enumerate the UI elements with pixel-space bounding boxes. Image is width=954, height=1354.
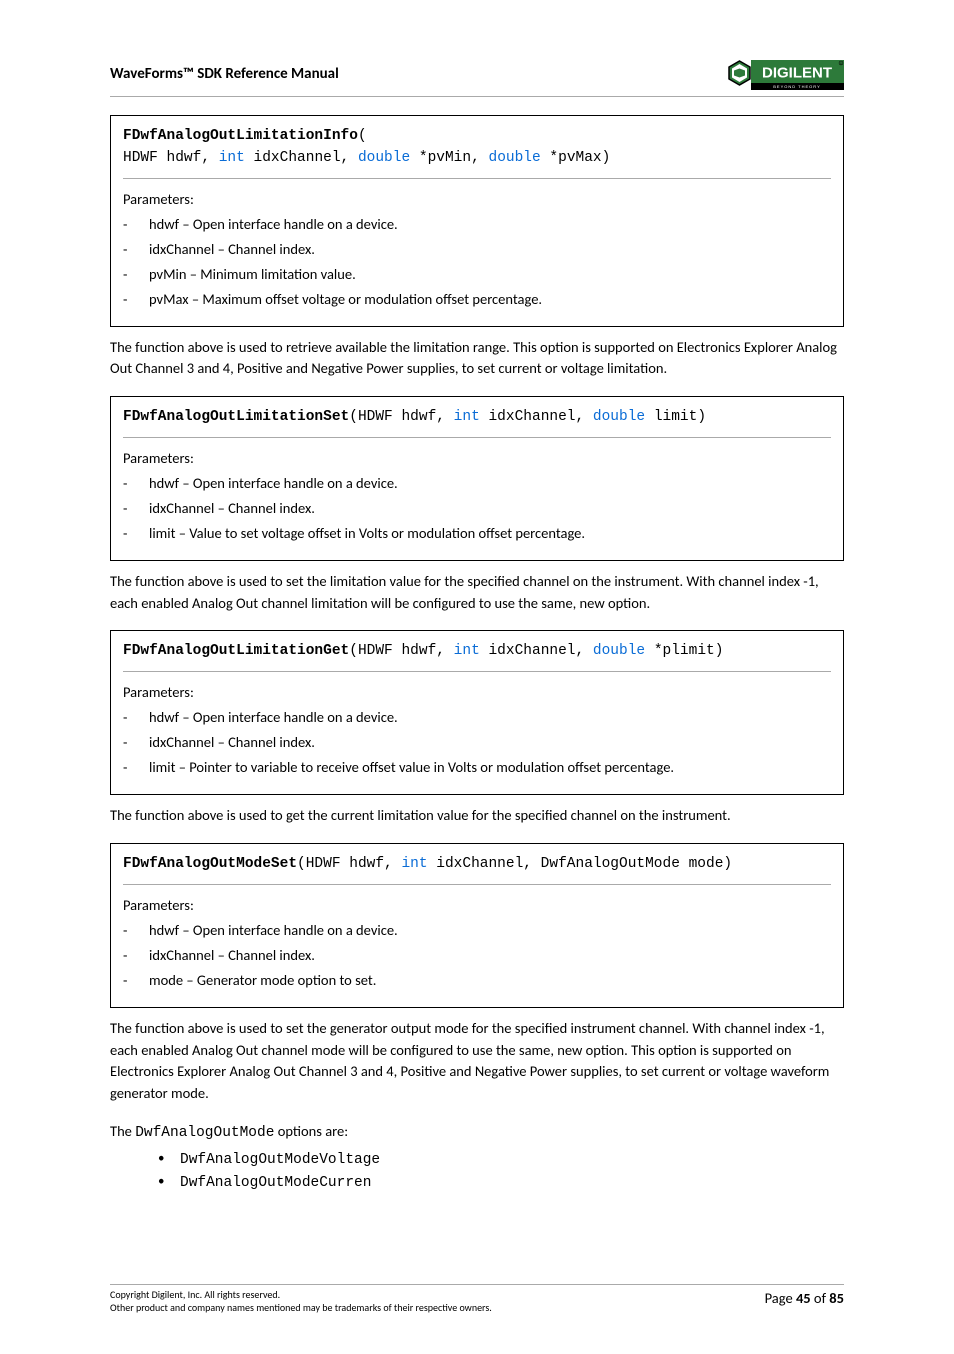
parameter-item: -limit – Value to set voltage offset in … [123, 523, 831, 544]
parameter-item: -limit – Pointer to variable to receive … [123, 757, 831, 778]
function-box: FDwfAnalogOutLimitationGet(HDWF hdwf, in… [110, 630, 844, 795]
digilent-logo: DIGILENT BEYOND THEORY R [728, 60, 844, 90]
parameter-item: -idxChannel – Channel index. [123, 732, 831, 753]
parameter-item: -hdwf – Open interface handle on a devic… [123, 920, 831, 941]
options-intro: The DwfAnalogOutMode options are: [110, 1121, 844, 1144]
page-footer: Copyright Digilent, Inc. All rights rese… [110, 1284, 844, 1314]
parameter-item: -mode – Generator mode option to set. [123, 970, 831, 991]
svg-text:DIGILENT: DIGILENT [762, 65, 832, 82]
function-signature: FDwfAnalogOutLimitationSet(HDWF hdwf, in… [123, 407, 831, 438]
footer-copyright: Copyright Digilent, Inc. All rights rese… [110, 1288, 492, 1301]
function-box: FDwfAnalogOutLimitationSet(HDWF hdwf, in… [110, 396, 844, 561]
page-total: 85 [829, 1289, 844, 1307]
function-description: The function above is used to get the cu… [110, 805, 844, 827]
function-signature: FDwfAnalogOutModeSet(HDWF hdwf, int idxC… [123, 854, 831, 885]
function-description: The function above is used to set the li… [110, 571, 844, 615]
function-signature: FDwfAnalogOutLimitationInfo(HDWF hdwf, i… [123, 126, 831, 179]
header-title: WaveForms™ SDK Reference Manual [110, 64, 339, 86]
options-intro-prefix: The [110, 1122, 135, 1140]
parameters-label: Parameters: [123, 682, 831, 703]
parameters-label: Parameters: [123, 189, 831, 210]
function-box: FDwfAnalogOutModeSet(HDWF hdwf, int idxC… [110, 843, 844, 1008]
function-description: The function above is used to retrieve a… [110, 337, 844, 381]
parameter-item: -hdwf – Open interface handle on a devic… [123, 707, 831, 728]
parameter-item: -idxChannel – Channel index. [123, 498, 831, 519]
footer-trademark: Other product and company names mentione… [110, 1301, 492, 1314]
footer-pagination: Page 45 of 85 [765, 1288, 844, 1309]
parameters-list: -hdwf – Open interface handle on a devic… [123, 473, 831, 544]
parameters-list: -hdwf – Open interface handle on a devic… [123, 920, 831, 991]
parameter-item: -pvMin – Minimum limitation value. [123, 264, 831, 285]
parameter-item: -idxChannel – Channel index. [123, 945, 831, 966]
parameter-item: -hdwf – Open interface handle on a devic… [123, 214, 831, 235]
page-header: WaveForms™ SDK Reference Manual DIGILENT… [110, 60, 844, 97]
footer-left: Copyright Digilent, Inc. All rights rese… [110, 1288, 492, 1314]
option-item: •DwfAnalogOutModeVoltage [158, 1150, 844, 1171]
options-intro-suffix: options are: [274, 1122, 348, 1140]
svg-text:BEYOND THEORY: BEYOND THEORY [773, 84, 821, 89]
option-item: •DwfAnalogOutModeCurren [158, 1173, 844, 1194]
parameter-item: -hdwf – Open interface handle on a devic… [123, 473, 831, 494]
function-signature: FDwfAnalogOutLimitationGet(HDWF hdwf, in… [123, 641, 831, 672]
parameter-item: -idxChannel – Channel index. [123, 239, 831, 260]
options-intro-type: DwfAnalogOutMode [135, 1125, 274, 1141]
parameters-label: Parameters: [123, 895, 831, 916]
page-current: 45 [796, 1289, 811, 1307]
parameters-list: -hdwf – Open interface handle on a devic… [123, 214, 831, 310]
parameters-list: -hdwf – Open interface handle on a devic… [123, 707, 831, 778]
parameters-label: Parameters: [123, 448, 831, 469]
function-description: The function above is used to set the ge… [110, 1018, 844, 1105]
options-list: •DwfAnalogOutModeVoltage•DwfAnalogOutMod… [110, 1150, 844, 1194]
parameter-item: -pvMax – Maximum offset voltage or modul… [123, 289, 831, 310]
function-box: FDwfAnalogOutLimitationInfo(HDWF hdwf, i… [110, 115, 844, 327]
